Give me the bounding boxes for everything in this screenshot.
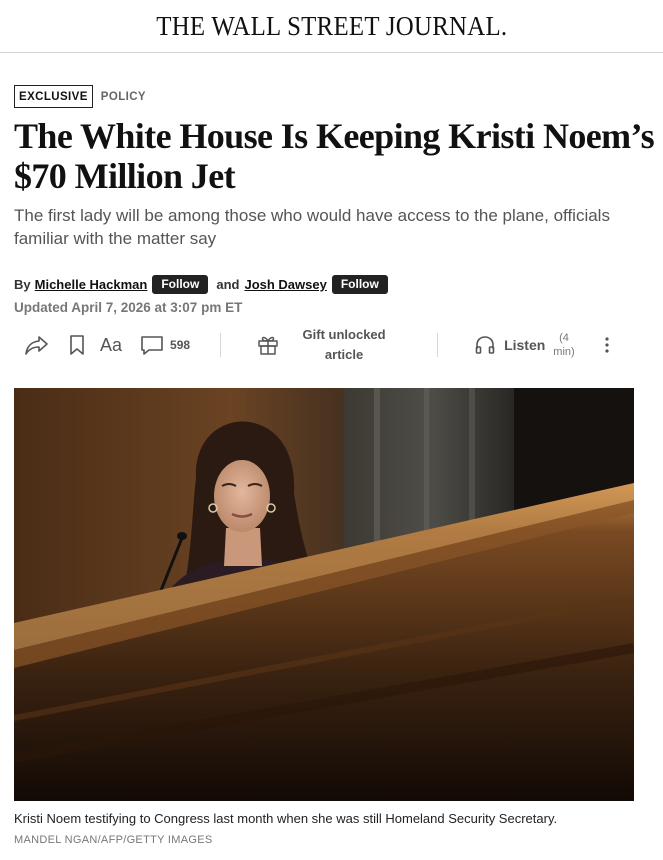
masthead: THE WALL STREET JOURNAL.	[0, 0, 663, 53]
text-size-icon[interactable]: Aa	[100, 335, 122, 356]
exclusive-flag: EXCLUSIVE	[14, 85, 93, 108]
comment-count[interactable]: 598	[170, 338, 190, 352]
byline-by: By	[14, 277, 31, 292]
listen-button[interactable]: Listen	[504, 337, 545, 353]
comment-bubble-icon[interactable]	[140, 334, 164, 356]
gift-article-button[interactable]: Gift unlocked article	[289, 325, 399, 365]
bookmark-icon[interactable]	[68, 334, 86, 356]
vertical-ellipsis-icon[interactable]	[603, 334, 611, 356]
article-headline: The White House Is Keeping Kristi Noem’s…	[14, 116, 655, 196]
toolbar-divider	[220, 333, 222, 357]
byline-and: and	[216, 277, 240, 292]
author-link-michelle-hackman[interactable]: Michelle Hackman	[35, 277, 148, 292]
photo-illustration	[14, 388, 634, 801]
section-link-policy[interactable]: POLICY	[101, 91, 146, 103]
toolbar-divider	[437, 333, 439, 357]
share-arrow-icon[interactable]	[24, 334, 50, 356]
author-link-josh-dawsey[interactable]: Josh Dawsey	[244, 277, 326, 292]
article-dek: The first lady will be among those who w…	[14, 206, 610, 248]
photo-credit: MANDEL NGAN/AFP/GETTY IMAGES	[14, 834, 213, 846]
listen-duration-line1: (4	[559, 332, 569, 344]
listen-duration: (4 min)	[553, 331, 574, 359]
article-toolbar: Aa 598 Gift unlocked article Listen (4 m…	[14, 326, 642, 364]
gift-label-line1: Gift unlocked	[302, 327, 386, 342]
headphones-icon[interactable]	[474, 334, 496, 356]
follow-button-author1[interactable]: Follow	[152, 275, 209, 294]
listen-duration-line2: min)	[553, 346, 575, 358]
updated-timestamp: Updated April 7, 2026 at 3:07 pm ET	[14, 300, 243, 315]
article-flags: EXCLUSIVE POLICY	[14, 85, 146, 108]
photo-caption: Kristi Noem testifying to Congress last …	[14, 811, 558, 826]
article-photo	[14, 388, 634, 801]
byline: By Michelle Hackman Follow and Josh Daws…	[14, 275, 388, 294]
gift-label-line2: article	[324, 347, 364, 362]
masthead-logo[interactable]: THE WALL STREET JOURNAL.	[156, 11, 507, 42]
follow-button-author2[interactable]: Follow	[331, 275, 388, 294]
gift-box-icon[interactable]	[257, 334, 279, 356]
